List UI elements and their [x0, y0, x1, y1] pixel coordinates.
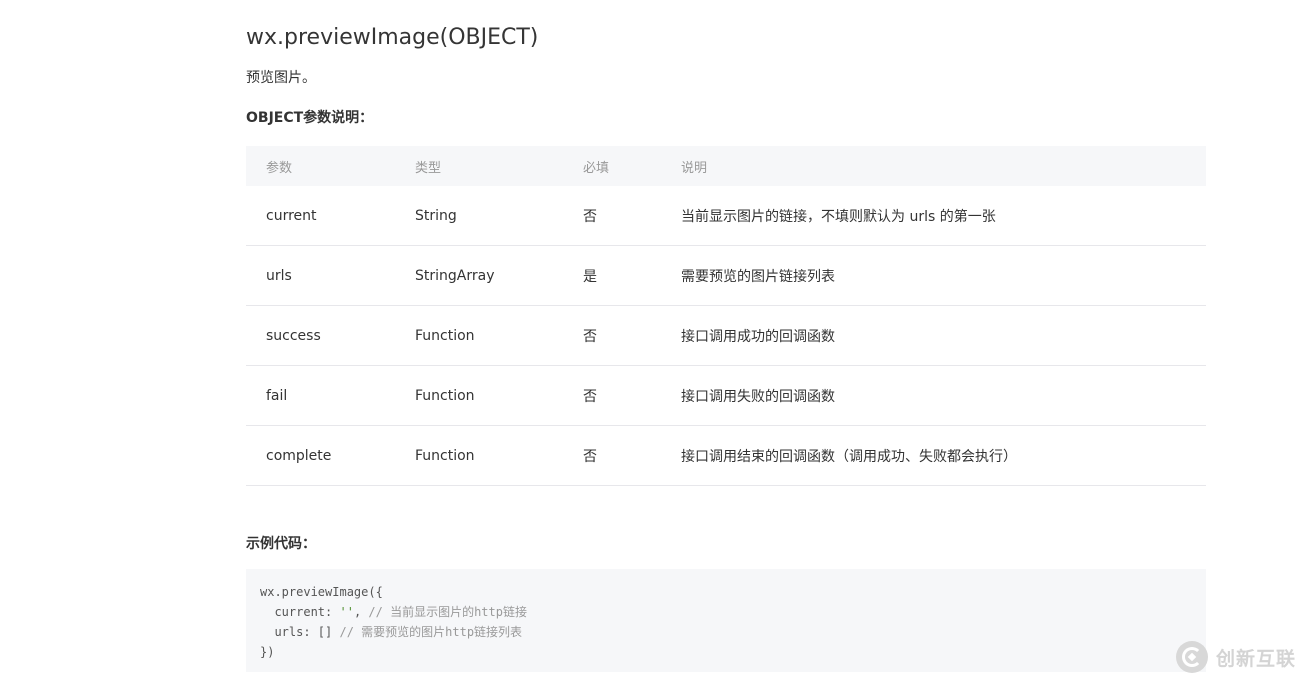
header-required: 必填 [563, 146, 661, 186]
param-description: 接口调用成功的回调函数 [661, 305, 1206, 366]
table-row: complete Function 否 接口调用结束的回调函数（调用成功、失败都… [246, 425, 1206, 486]
param-name: fail [246, 365, 395, 426]
param-description: 接口调用结束的回调函数（调用成功、失败都会执行） [661, 425, 1206, 486]
code-separator: , [353, 605, 369, 619]
param-required: 否 [563, 425, 661, 486]
brand-logo-icon [1176, 641, 1208, 673]
param-type: String [395, 186, 563, 246]
param-description: 接口调用失败的回调函数 [661, 365, 1206, 426]
code-line: urls: [] // 需要预览的图片http链接列表 [260, 622, 1192, 642]
code-line: current: '', // 当前显示图片的http链接 [260, 602, 1192, 622]
table-row: fail Function 否 接口调用失败的回调函数 [246, 365, 1206, 426]
table-row: success Function 否 接口调用成功的回调函数 [246, 305, 1206, 366]
params-table: 参数 类型 必填 说明 current String 否 当前显示图片的链接，不… [246, 146, 1206, 486]
table-header-row: 参数 类型 必填 说明 [246, 146, 1206, 186]
param-name: urls [246, 245, 395, 306]
watermark: 创新互联 [1176, 639, 1306, 675]
code-line: wx.previewImage({ [260, 585, 383, 599]
example-section-label: 示例代码： [246, 536, 316, 552]
code-key: urls: [] [260, 625, 340, 639]
param-name: current [246, 186, 395, 246]
param-required: 否 [563, 365, 661, 426]
table-row: current String 否 当前显示图片的链接，不填则默认为 urls 的… [246, 186, 1206, 246]
header-description: 说明 [661, 146, 1206, 186]
code-comment: // 需要预览的图片http链接列表 [339, 625, 523, 639]
header-param: 参数 [246, 146, 395, 186]
param-type: Function [395, 365, 563, 426]
header-type: 类型 [395, 146, 563, 186]
param-type: StringArray [395, 245, 563, 306]
code-string: '' [339, 605, 354, 619]
param-required: 否 [563, 186, 661, 246]
params-section-label: OBJECT参数说明： [246, 110, 374, 126]
table-row: urls StringArray 是 需要预览的图片链接列表 [246, 245, 1206, 306]
param-type: Function [395, 425, 563, 486]
param-description: 当前显示图片的链接，不填则默认为 urls 的第一张 [661, 186, 1206, 246]
page-title: wx.previewImage(OBJECT) [246, 25, 539, 50]
param-name: success [246, 305, 395, 366]
code-line: }) [260, 645, 275, 659]
code-key: current: [260, 605, 340, 619]
code-comment: // 当前显示图片的http链接 [368, 605, 527, 619]
param-description: 需要预览的图片链接列表 [661, 245, 1206, 306]
param-required: 否 [563, 305, 661, 366]
param-name: complete [246, 425, 395, 486]
api-description: 预览图片。 [246, 70, 316, 86]
watermark-text: 创新互联 [1216, 647, 1297, 670]
code-block[interactable]: wx.previewImage({ current: '', // 当前显示图片… [246, 569, 1206, 672]
param-type: Function [395, 305, 563, 366]
param-required: 是 [563, 245, 661, 306]
